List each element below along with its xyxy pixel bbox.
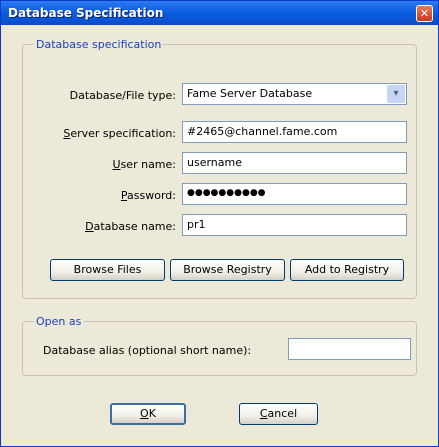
window-title: Database Specification (8, 6, 164, 20)
user-label-text: ser name: (120, 158, 176, 171)
title-bar[interactable]: Database Specification ✕ (1, 1, 438, 25)
server-specification-label: Server specification: (63, 127, 176, 140)
ok-label: K (148, 407, 156, 420)
server-label-text: erver specification: (70, 127, 176, 140)
browse-registry-button[interactable]: Browse Registry (170, 259, 285, 281)
database-file-type-combo[interactable]: Fame Server Database ▾ (182, 83, 407, 105)
cancel-label: ancel (267, 407, 298, 420)
user-name-label: User name: (113, 158, 176, 171)
browse-files-button[interactable]: Browse Files (50, 259, 165, 281)
database-alias-input[interactable] (288, 338, 411, 360)
database-name-label: Database name: (85, 220, 176, 233)
database-name-value: pr1 (187, 218, 206, 231)
database-specification-legend: Database specification (34, 38, 164, 51)
password-value: ●●●●●●●●●● (187, 188, 266, 198)
add-to-registry-button[interactable]: Add to Registry (290, 259, 404, 281)
ok-mnemonic: O (140, 407, 149, 420)
open-as-legend: Open as (34, 315, 84, 328)
dbname-mnemonic: D (85, 220, 94, 233)
user-name-input[interactable]: username (182, 152, 407, 174)
database-file-type-label: Database/File type: (70, 89, 176, 102)
user-name-value: username (187, 156, 242, 169)
database-file-type-value: Fame Server Database (187, 87, 313, 100)
chevron-down-icon[interactable]: ▾ (387, 85, 405, 103)
dbname-label-text: atabase name: (93, 220, 176, 233)
server-specification-input[interactable]: #2465@channel.fame.com (182, 121, 407, 143)
password-label: Password: (121, 189, 176, 202)
server-specification-value: #2465@channel.fame.com (187, 125, 338, 138)
cancel-button[interactable]: Cancel (239, 403, 318, 425)
database-file-type-label-text: Database/File type: (69, 89, 176, 102)
database-alias-label: Database alias (optional short name): (43, 344, 252, 357)
ok-button[interactable]: OK (110, 403, 186, 425)
user-mnemonic: U (112, 158, 121, 171)
dialog-window: Database Specification ✕ Database specif… (0, 0, 439, 447)
password-label-text: assword: (127, 189, 176, 202)
password-input[interactable]: ●●●●●●●●●● (182, 183, 407, 205)
cancel-mnemonic: C (259, 407, 268, 420)
close-icon[interactable]: ✕ (416, 5, 433, 22)
database-name-input[interactable]: pr1 (182, 214, 407, 236)
